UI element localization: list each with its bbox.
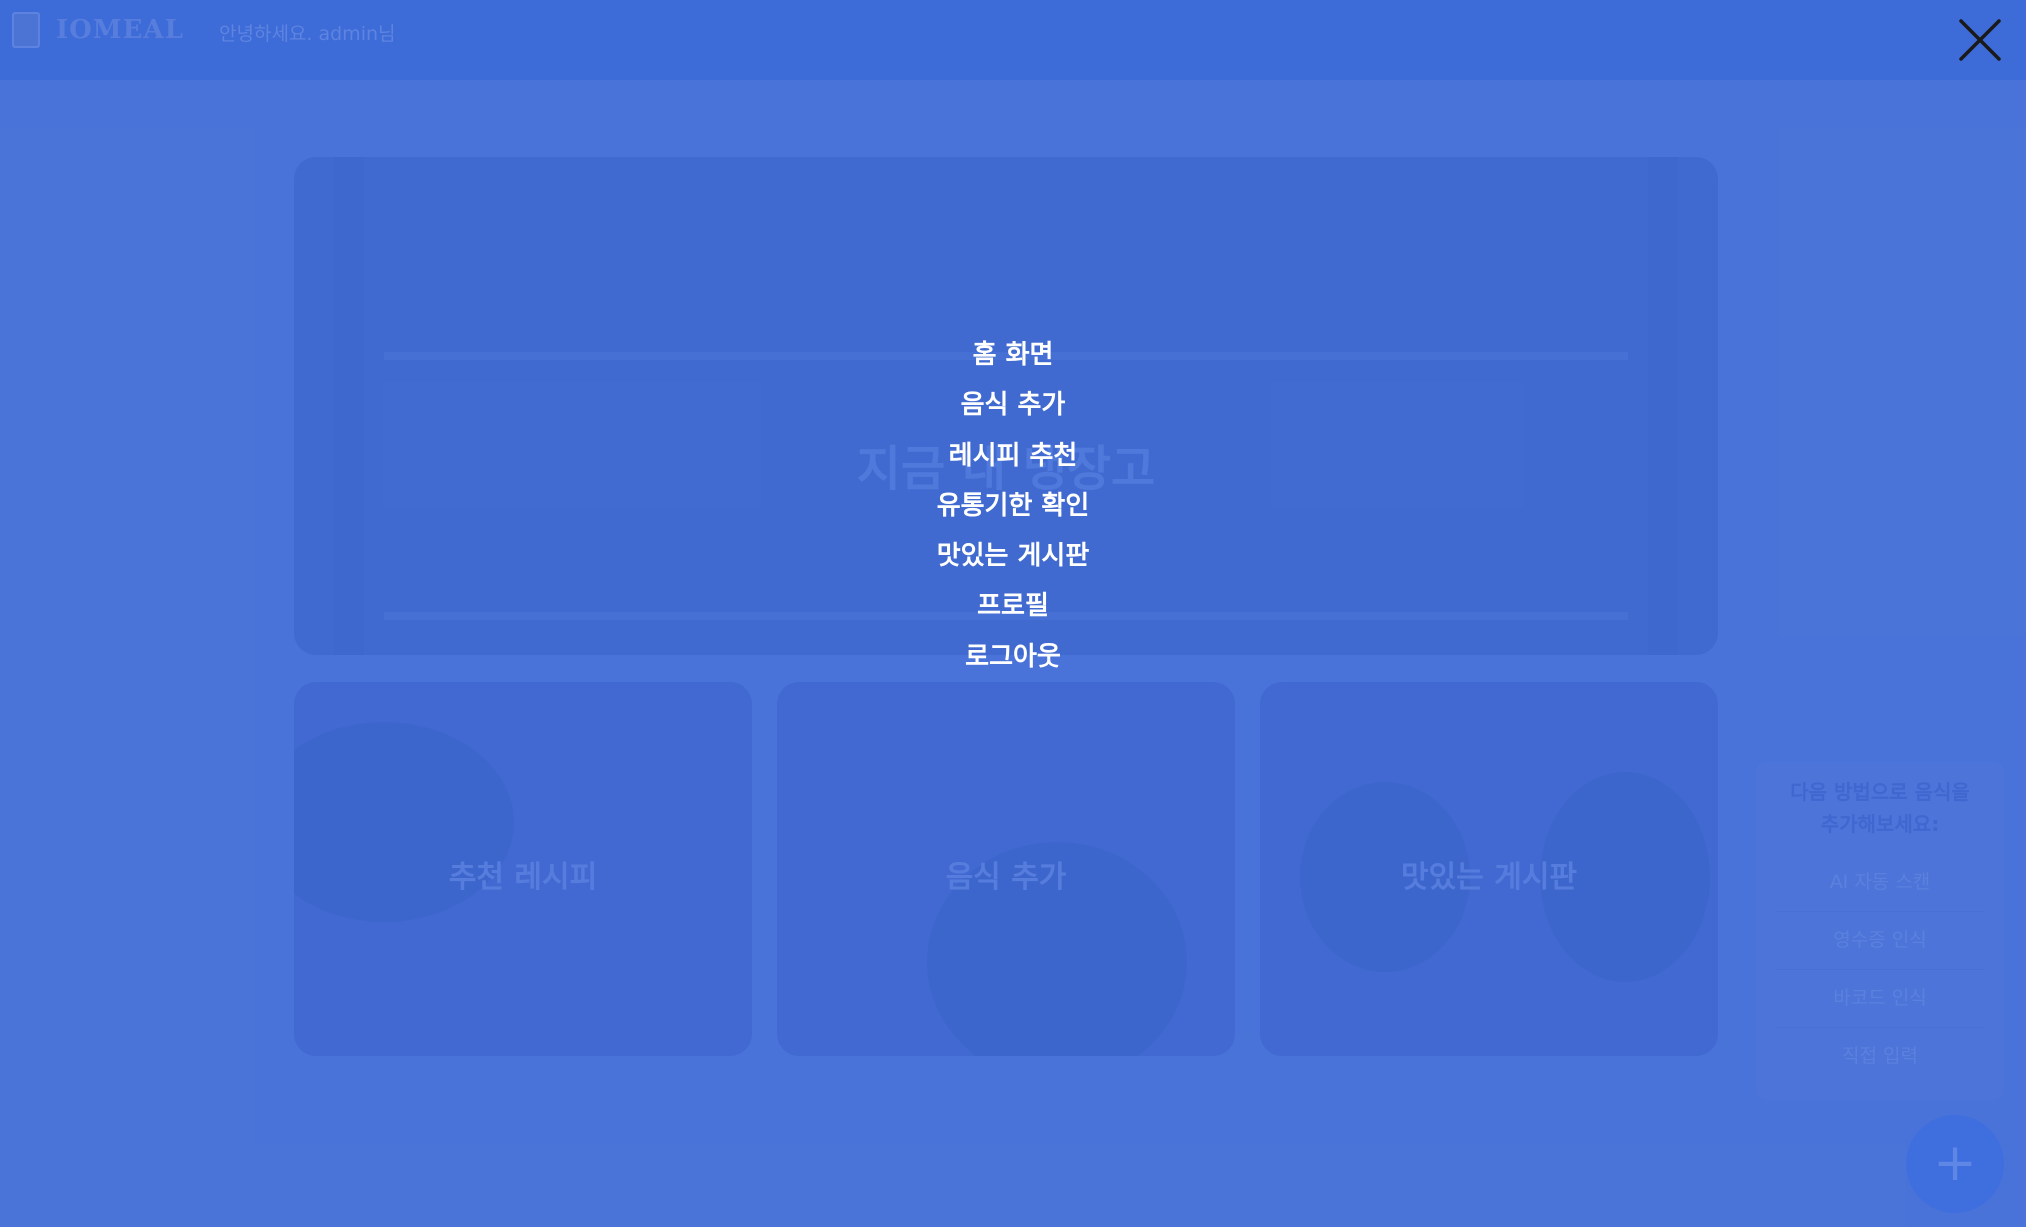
menu-item-expiry[interactable]: 유통기한 확인 — [813, 481, 1213, 531]
menu-item-add-food[interactable]: 음식 추가 — [813, 380, 1213, 430]
menu-item-home[interactable]: 홈 화면 — [813, 330, 1213, 380]
menu-item-recipes[interactable]: 레시피 추천 — [813, 431, 1213, 481]
menu-item-profile[interactable]: 프로필 — [813, 581, 1213, 631]
menu-item-logout[interactable]: 로그아웃 — [813, 632, 1213, 682]
menu-item-board[interactable]: 맛있는 게시판 — [813, 531, 1213, 581]
nav-menu: 홈 화면 음식 추가 레시피 추천 유통기한 확인 맛있는 게시판 프로필 로그… — [813, 330, 1213, 682]
menu-overlay: 홈 화면 음식 추가 레시피 추천 유통기한 확인 맛있는 게시판 프로필 로그… — [0, 0, 2026, 1227]
close-menu-button[interactable] — [1958, 18, 2002, 62]
close-icon — [1959, 19, 2001, 61]
